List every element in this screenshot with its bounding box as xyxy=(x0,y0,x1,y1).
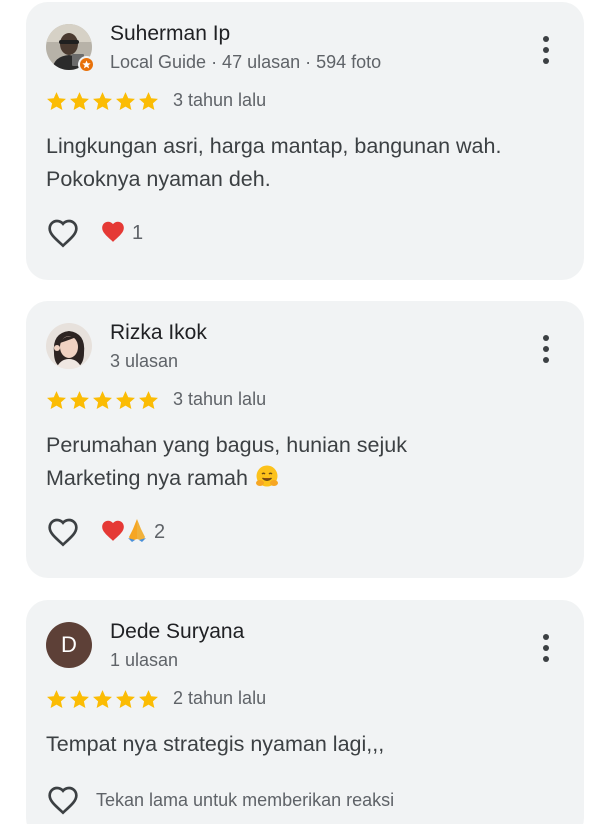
reaction-summary[interactable]: 1 xyxy=(100,219,143,248)
star-icon xyxy=(47,689,66,708)
reviewer-meta: Local Guide · 47 ulasan · 594 foto xyxy=(110,52,382,72)
red-heart-icon xyxy=(100,518,126,547)
review-date: 2 tahun lalu xyxy=(173,688,267,708)
star-icon xyxy=(93,390,112,409)
like-heart-icon[interactable] xyxy=(46,515,80,549)
star-icon xyxy=(116,91,135,110)
review-card: D Dede Suryana 1 ulasan 2 tahun lalu Tem… xyxy=(26,600,584,824)
star-icon xyxy=(93,689,112,708)
red-heart-icon xyxy=(100,219,126,248)
review-card: Rizka Ikok 3 ulasan 3 tahun lalu Perumah… xyxy=(26,301,584,578)
review-text-line: Perumahan yang bagus, hunian sejuk xyxy=(46,433,407,457)
star-icon xyxy=(70,689,89,708)
hugging-face-emoji-icon xyxy=(255,465,278,487)
reaction-count: 2 xyxy=(154,520,166,543)
local-guide-badge-icon xyxy=(78,56,95,73)
review-date: 3 tahun lalu xyxy=(173,389,267,409)
star-icon xyxy=(70,91,89,110)
star-rating xyxy=(46,390,161,410)
reactions-row: Tekan lama untuk memberikan reaksi xyxy=(46,783,394,817)
review-text-line: Lingkungan asri, harga mantap, bangunan … xyxy=(46,134,502,158)
reviewer-avatar[interactable] xyxy=(46,323,92,369)
star-icon xyxy=(139,390,158,409)
star-icon xyxy=(116,689,135,708)
avatar-letter: D xyxy=(46,622,92,668)
star-rating xyxy=(46,91,161,111)
reviewer-name[interactable]: Dede Suryana xyxy=(110,620,244,644)
reviewer-name[interactable]: Rizka Ikok xyxy=(110,321,207,345)
reaction-count: 1 xyxy=(132,221,144,244)
more-options-icon[interactable] xyxy=(536,634,556,662)
reviewer-avatar[interactable] xyxy=(46,24,95,73)
review-text-line: Marketing nya ramah xyxy=(46,462,566,495)
avatar-photo xyxy=(46,323,92,369)
like-heart-icon[interactable] xyxy=(46,216,80,250)
star-rating xyxy=(46,689,161,709)
review-card: Suherman Ip Local Guide · 47 ulasan · 59… xyxy=(26,2,584,280)
review-text: Lingkungan asri, harga mantap, bangunan … xyxy=(46,130,566,196)
review-date: 3 tahun lalu xyxy=(173,90,267,110)
reviewer-meta: 1 ulasan xyxy=(110,650,179,670)
rating-row: 2 tahun lalu xyxy=(46,688,266,709)
reviewer-avatar[interactable]: D xyxy=(46,622,92,668)
star-icon xyxy=(139,91,158,110)
reviewer-name[interactable]: Suherman Ip xyxy=(110,22,230,46)
review-text: Perumahan yang bagus, hunian sejuk Marke… xyxy=(46,429,566,495)
review-text-line: Tempat nya strategis nyaman lagi,,, xyxy=(46,732,385,756)
more-options-icon[interactable] xyxy=(536,36,556,64)
star-icon xyxy=(116,390,135,409)
reactions-row: 1 xyxy=(46,216,143,250)
star-icon xyxy=(139,689,158,708)
star-icon xyxy=(47,390,66,409)
like-heart-icon[interactable] xyxy=(46,783,80,817)
reaction-hint: Tekan lama untuk memberikan reaksi xyxy=(96,789,395,810)
star-icon xyxy=(70,390,89,409)
reaction-summary[interactable]: 2 xyxy=(100,517,165,548)
rating-row: 3 tahun lalu xyxy=(46,389,266,410)
rating-row: 3 tahun lalu xyxy=(46,90,266,111)
more-options-icon[interactable] xyxy=(536,335,556,363)
reviews-list: Suherman Ip Local Guide · 47 ulasan · 59… xyxy=(0,0,610,824)
reactions-row: 2 xyxy=(46,515,165,549)
reviewer-meta: 3 ulasan xyxy=(110,351,179,371)
review-text: Tempat nya strategis nyaman lagi,,, xyxy=(46,728,566,761)
review-text-line: Pokoknya nyaman deh. xyxy=(46,167,271,191)
star-icon xyxy=(47,91,66,110)
star-icon xyxy=(93,91,112,110)
folded-hands-icon xyxy=(126,517,148,548)
